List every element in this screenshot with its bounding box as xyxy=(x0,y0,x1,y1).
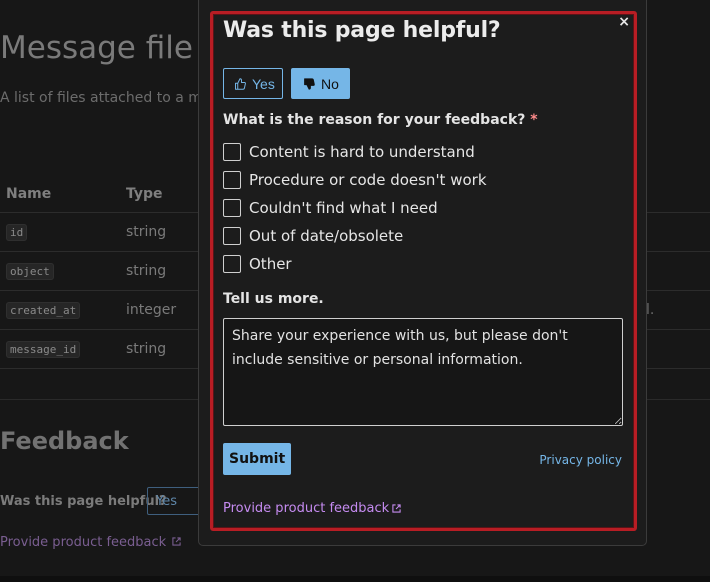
reason-option-code-doesnt-work[interactable]: Procedure or code doesn't work xyxy=(223,169,487,191)
helpful-question: Was this page helpful? xyxy=(0,494,167,509)
bottom-band xyxy=(0,576,710,582)
reason-question-text: What is the reason for your feedback? xyxy=(223,112,526,128)
product-feedback-text: Provide product feedback xyxy=(223,501,390,516)
tell-us-more-label: Tell us more. xyxy=(223,291,324,307)
required-marker: * xyxy=(530,112,538,128)
checkbox[interactable] xyxy=(223,171,241,189)
background-product-feedback-text: Provide product feedback xyxy=(0,535,167,550)
cell-name: object xyxy=(0,251,120,291)
reason-option-couldnt-find[interactable]: Couldn't find what I need xyxy=(223,197,438,219)
checkbox[interactable] xyxy=(223,227,241,245)
thumbs-down-filled-icon xyxy=(304,77,315,90)
reason-label: Couldn't find what I need xyxy=(249,199,438,217)
feedback-heading: Feedback xyxy=(0,427,129,455)
privacy-policy-link[interactable]: Privacy policy xyxy=(539,453,622,467)
no-button[interactable]: No xyxy=(291,68,350,99)
cell-note-fragment: l. xyxy=(646,302,655,318)
code-object: object xyxy=(6,263,54,280)
cell-name: message_id xyxy=(0,329,120,369)
checkbox[interactable] xyxy=(223,199,241,217)
dialog-title: Was this page helpful? xyxy=(223,18,501,43)
thumbs-up-outline-icon xyxy=(235,77,246,90)
background-yes-label: Yes xyxy=(156,494,177,509)
page-title: Message file xyxy=(0,30,193,66)
external-link-icon xyxy=(392,504,401,513)
checkbox[interactable] xyxy=(223,143,241,161)
reason-label: Out of date/obsolete xyxy=(249,227,404,245)
yes-label: Yes xyxy=(252,75,275,92)
yes-button[interactable]: Yes xyxy=(223,68,283,99)
submit-button[interactable]: Submit xyxy=(223,443,291,475)
checkbox[interactable] xyxy=(223,255,241,273)
reason-option-other[interactable]: Other xyxy=(223,253,292,275)
reason-option-hard-to-understand[interactable]: Content is hard to understand xyxy=(223,141,475,163)
cell-name: id xyxy=(0,212,120,252)
feedback-textarea[interactable] xyxy=(223,318,623,426)
external-link-icon xyxy=(172,537,181,546)
reason-question: What is the reason for your feedback? * xyxy=(223,112,538,128)
reason-label: Procedure or code doesn't work xyxy=(249,171,487,189)
reason-label: Content is hard to understand xyxy=(249,143,475,161)
code-message-id: message_id xyxy=(6,341,81,358)
feedback-dialog: × Was this page helpful? Yes No What is … xyxy=(210,11,637,531)
close-button[interactable]: × xyxy=(618,14,630,30)
page-description: A list of files attached to a m xyxy=(0,90,202,106)
reason-option-out-of-date[interactable]: Out of date/obsolete xyxy=(223,225,403,247)
product-feedback-link[interactable]: Provide product feedback xyxy=(223,501,401,516)
code-id: id xyxy=(6,224,28,241)
cell-type-text: integer xyxy=(126,302,177,318)
code-created-at: created_at xyxy=(6,302,81,319)
column-header-name: Name xyxy=(0,176,120,213)
reason-label: Other xyxy=(249,255,292,273)
no-label: No xyxy=(321,75,339,92)
cell-name: created_at xyxy=(0,290,120,330)
background-product-feedback-link: Provide product feedback xyxy=(0,535,181,550)
